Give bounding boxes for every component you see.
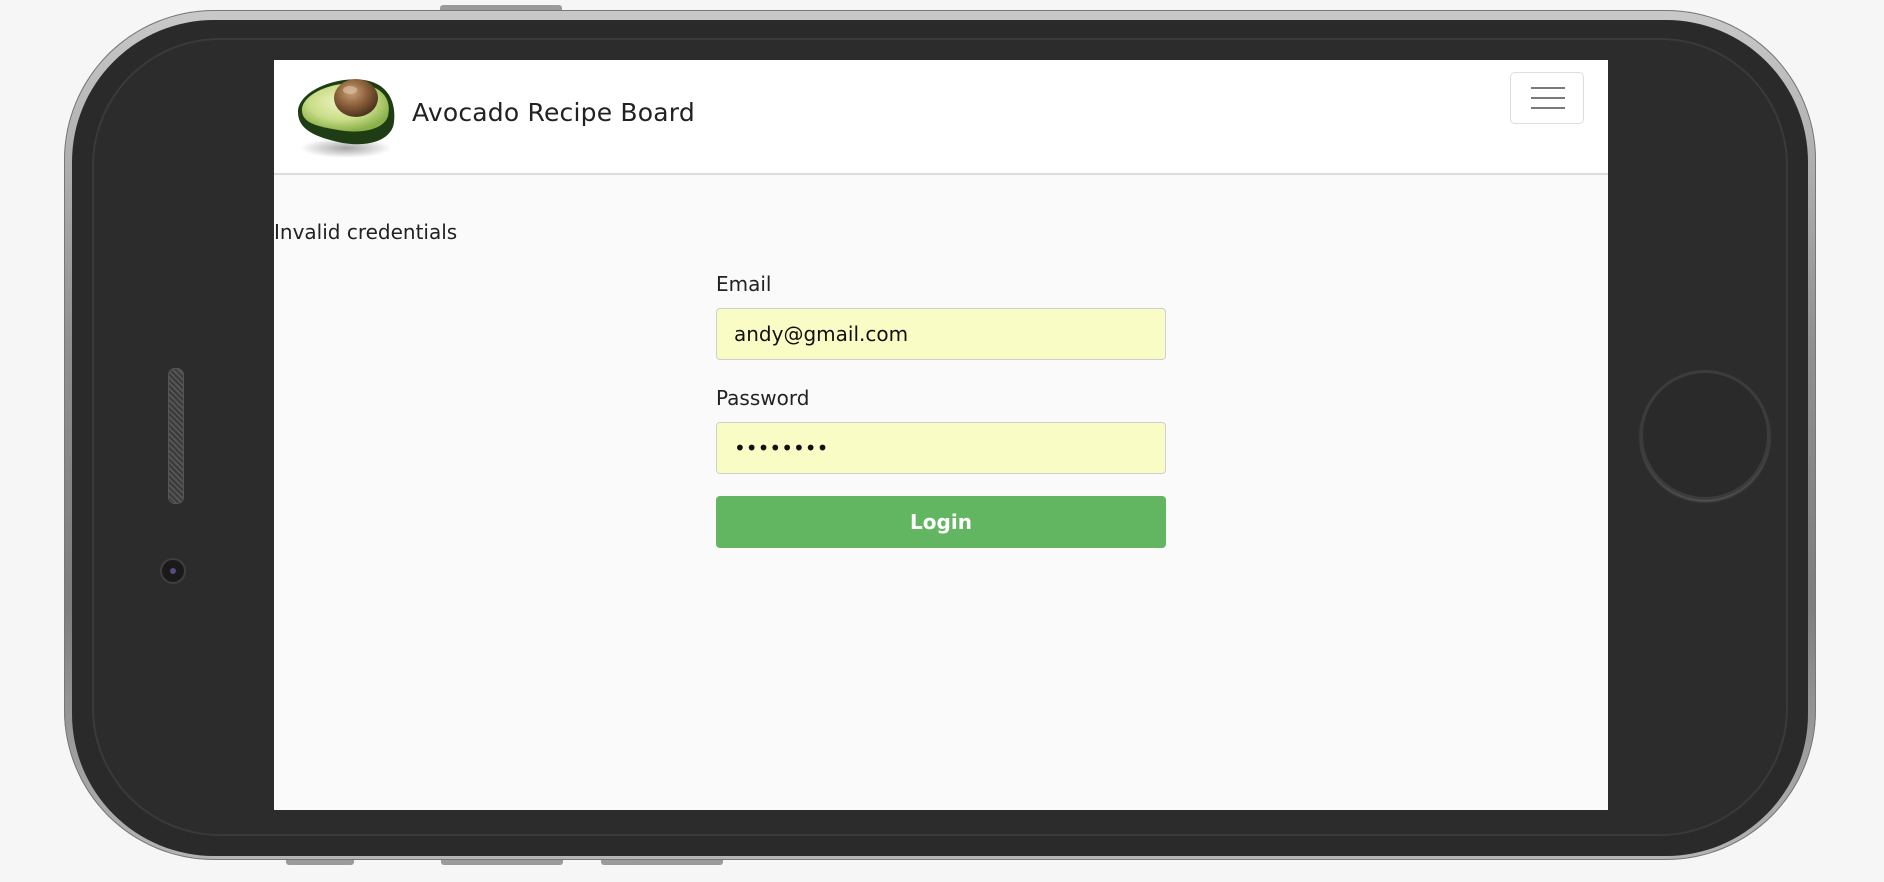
hamburger-line (1531, 87, 1565, 89)
brand-title[interactable]: Avocado Recipe Board (412, 98, 695, 127)
home-button[interactable] (1640, 370, 1770, 500)
password-group: Password (716, 386, 1166, 474)
email-group: Email (716, 272, 1166, 360)
error-message: Invalid credentials (274, 220, 458, 244)
hamburger-menu-icon[interactable] (1510, 72, 1584, 124)
app-screen: Avocado Recipe Board Invalid credentials… (274, 60, 1608, 810)
email-field[interactable] (716, 308, 1166, 360)
hamburger-line (1531, 97, 1565, 99)
front-camera (160, 558, 186, 584)
password-field[interactable] (716, 422, 1166, 474)
email-label: Email (716, 272, 772, 296)
login-form: Email Password Login (716, 272, 1166, 548)
login-button[interactable]: Login (716, 496, 1166, 548)
speaker-grille (168, 368, 184, 504)
hamburger-line (1531, 107, 1565, 109)
avocado-logo-icon[interactable] (294, 70, 398, 162)
password-label: Password (716, 386, 810, 410)
navbar: Avocado Recipe Board (274, 60, 1608, 175)
device-mockup: Avocado Recipe Board Invalid credentials… (0, 0, 1884, 882)
